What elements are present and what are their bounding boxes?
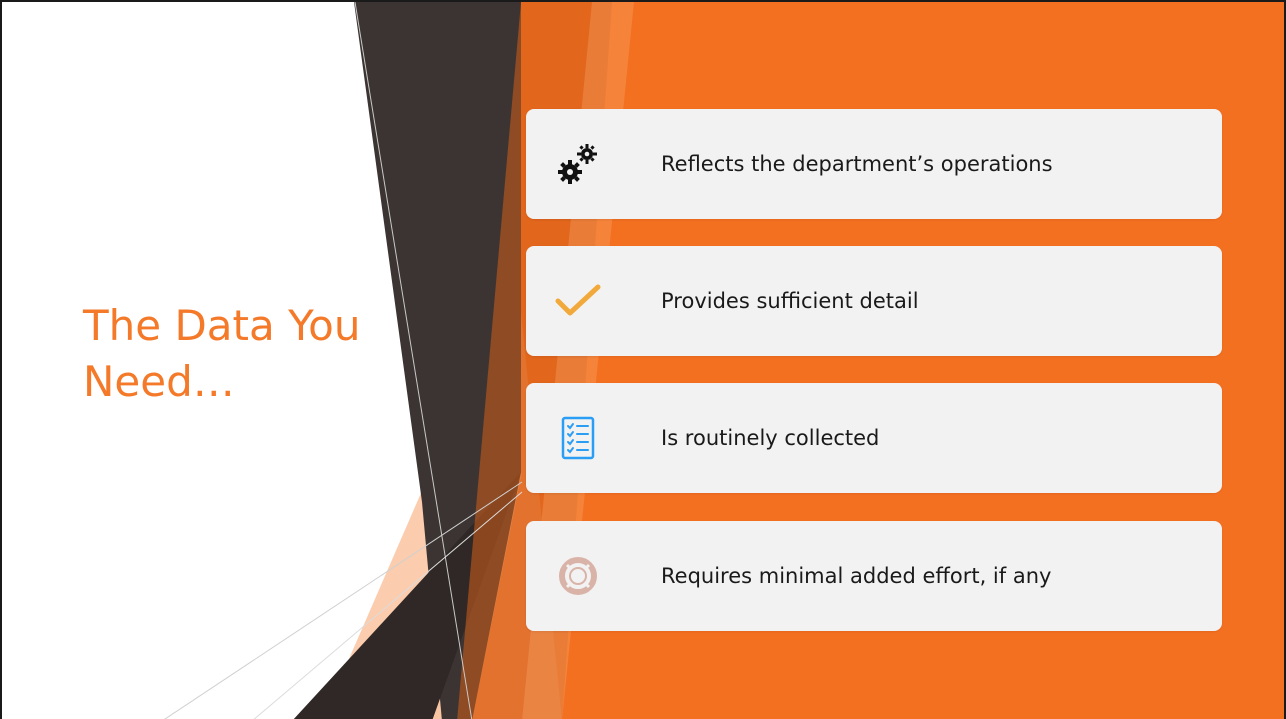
card-effort: Requires minimal added effort, if any: [526, 521, 1222, 631]
card-operations: Reflects the department’s operations: [526, 109, 1222, 219]
card-collected: Is routinely collected: [526, 383, 1222, 493]
card-detail: Provides sufficient detail: [526, 246, 1222, 356]
lifebuoy-icon: [554, 552, 602, 600]
card-label: Requires minimal added effort, if any: [661, 564, 1052, 588]
slide: The Data You Need… Reflects the departme…: [0, 0, 1286, 719]
gears-icon: [554, 140, 602, 188]
card-label: Is routinely collected: [661, 426, 880, 450]
checklist-icon: [554, 414, 602, 462]
checkmark-icon: [554, 277, 602, 325]
card-label: Reflects the department’s operations: [661, 152, 1053, 176]
slide-title: The Data You Need…: [83, 301, 361, 406]
card-label: Provides sufficient detail: [661, 289, 919, 313]
